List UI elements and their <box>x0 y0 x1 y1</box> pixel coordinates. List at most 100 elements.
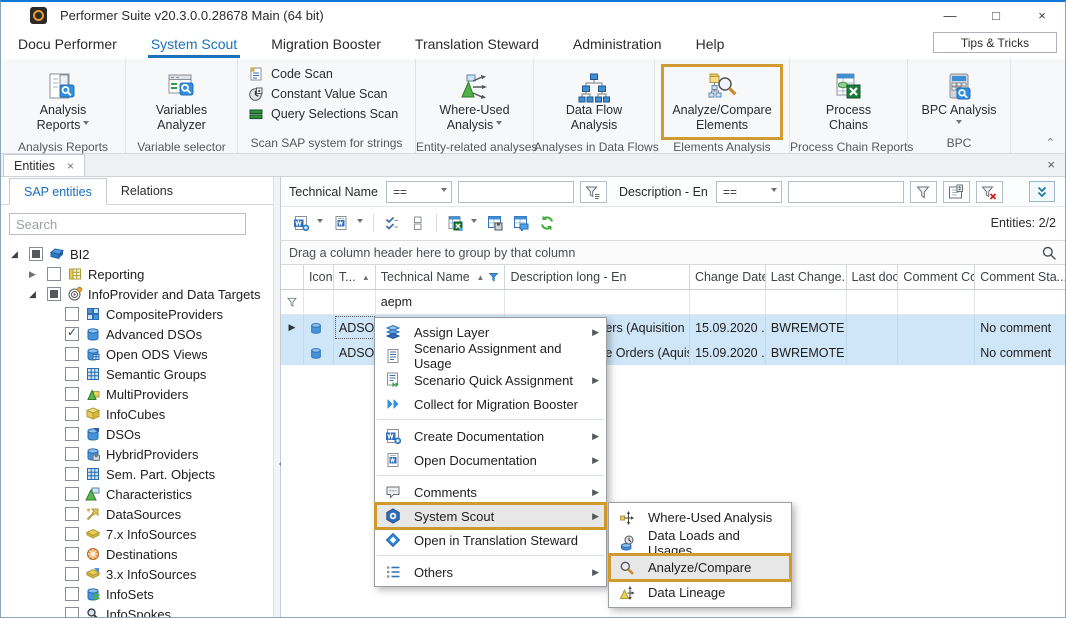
filter-cell[interactable] <box>847 290 899 314</box>
ribbon-tab[interactable]: Help <box>679 30 742 57</box>
bpc-analysis-button[interactable]: BPC Analysis <box>910 64 1007 134</box>
variables-analyzer-button[interactable]: Variables Analyzer <box>145 64 218 140</box>
tree-expander-icon[interactable] <box>29 289 47 300</box>
filter-cell-technical-name[interactable]: aepm <box>376 290 506 314</box>
tree-checkbox[interactable] <box>65 607 79 617</box>
toolbar-button[interactable] <box>443 212 481 234</box>
sidebar-tab[interactable]: SAP entities <box>9 178 107 205</box>
tree-checkbox[interactable] <box>65 467 79 481</box>
context-menu-item[interactable]: Open in Translation Steward ▶ <box>376 528 605 552</box>
context-menu-item[interactable]: Collect for Migration Booster ▶ <box>376 392 605 416</box>
description-filter-input[interactable] <box>788 181 904 203</box>
column-header-last-doc[interactable]: Last doc. <box>847 265 899 289</box>
cell-comment-count[interactable] <box>898 315 975 340</box>
row-filter-funnel-icon[interactable] <box>286 296 298 308</box>
group-by-bar[interactable]: Drag a column header here to group by th… <box>281 240 1065 265</box>
search-icon[interactable] <box>1041 245 1057 261</box>
tree-checkbox[interactable] <box>65 347 79 361</box>
clear-filter-button[interactable] <box>976 181 1003 203</box>
tree-item[interactable]: InfoCubes <box>1 404 280 424</box>
filter-cell[interactable] <box>898 290 975 314</box>
context-menu-item[interactable]: Scenario Assignment and Usage ▶ <box>376 344 605 368</box>
filter-cell[interactable] <box>766 290 847 314</box>
column-header-type[interactable]: T...▲ <box>334 265 376 289</box>
tree-checkbox[interactable] <box>65 587 79 601</box>
filter-cell[interactable] <box>690 290 766 314</box>
toolbar-button[interactable] <box>406 212 430 234</box>
toolbar-button[interactable] <box>483 212 507 234</box>
tree-item[interactable]: Semantic Groups <box>1 364 280 384</box>
description-operator-select[interactable]: == <box>716 181 782 203</box>
toolbar-button[interactable] <box>380 212 404 234</box>
cell-type[interactable]: ADSO <box>334 315 376 340</box>
tree-checkbox[interactable] <box>65 567 79 581</box>
submenu-item[interactable]: Analyze/Compare ▶ <box>610 555 790 580</box>
context-menu-item[interactable]: Others ▶ <box>376 560 605 584</box>
sidebar-splitter[interactable] <box>273 177 280 617</box>
tree-item[interactable]: Destinations <box>1 544 280 564</box>
column-header-icon[interactable]: Icon <box>304 265 334 289</box>
column-header-comment-count[interactable]: Comment Co... <box>898 265 975 289</box>
tree-checkbox[interactable] <box>65 527 79 541</box>
tree-checkbox[interactable] <box>65 427 79 441</box>
ribbon-tab[interactable]: Docu Performer <box>1 30 134 57</box>
cell-comment-count[interactable] <box>898 340 975 365</box>
filter-cell[interactable] <box>304 290 334 314</box>
context-menu-item[interactable]: ▶ <box>377 416 604 420</box>
submenu-item[interactable]: Where-Used Analysis ▶ <box>610 505 790 530</box>
technical-name-operator-select[interactable]: == <box>386 181 452 203</box>
ribbon-tab[interactable]: System Scout <box>134 30 254 57</box>
tree-checkbox[interactable] <box>65 507 79 521</box>
sidebar-tab[interactable]: Relations <box>107 177 187 204</box>
submenu-item[interactable]: Data Lineage ▶ <box>610 580 790 605</box>
filter-cell[interactable] <box>334 290 376 314</box>
search-input[interactable] <box>9 213 246 235</box>
tree-checkbox[interactable] <box>47 267 61 281</box>
cell-comment-state[interactable]: No comment <box>975 315 1065 340</box>
tree-item[interactable]: CompositeProviders <box>1 304 280 324</box>
toolbar-button[interactable] <box>289 212 327 234</box>
expand-filters-button[interactable] <box>1029 181 1055 202</box>
maximize-button[interactable]: □ <box>973 2 1019 28</box>
tree-checkbox[interactable] <box>65 487 79 501</box>
filter-cell[interactable] <box>975 290 1065 314</box>
tree-checkbox[interactable] <box>65 447 79 461</box>
cell-last-doc[interactable] <box>847 340 899 365</box>
ribbon-tab[interactable]: Migration Booster <box>254 30 398 57</box>
toolbar-button[interactable] <box>432 214 441 232</box>
cell-last-doc[interactable] <box>847 315 899 340</box>
tree-checkbox[interactable] <box>29 247 43 261</box>
tree-expander-icon[interactable] <box>11 249 29 260</box>
process-chains-button[interactable]: Process Chains <box>815 64 882 140</box>
tab-entities[interactable]: Entities × <box>3 154 85 176</box>
column-header-description[interactable]: Description long - En <box>505 265 690 289</box>
tree-item[interactable]: MultiProviders <box>1 384 280 404</box>
context-menu-item[interactable]: Scenario Quick Assignment ▶ <box>376 368 605 392</box>
analyze-compare-elements-button[interactable]: Analyze/Compare Elements <box>661 64 782 140</box>
column-header-comment-state[interactable]: Comment Sta... <box>975 265 1065 289</box>
code-scan-button[interactable]: Code Scan <box>248 66 415 82</box>
cell-change-date[interactable]: 15.09.2020 ... <box>690 315 766 340</box>
tree-item[interactable]: Sem. Part. Objects <box>1 464 280 484</box>
where-used-analysis-button[interactable]: Where-Used Analysis <box>428 64 520 140</box>
ribbon-collapse-chevron-icon[interactable]: ⌃ <box>1046 136 1055 149</box>
tree-item[interactable]: DSOs <box>1 424 280 444</box>
data-flow-analysis-button[interactable]: Data Flow Analysis <box>555 64 633 140</box>
tree-item[interactable]: Advanced DSOs <box>1 324 280 344</box>
context-menu-item[interactable]: Open Documentation ▶ <box>376 448 605 472</box>
ribbon-tab[interactable]: Translation Steward <box>398 30 556 57</box>
tree-item[interactable]: InfoProvider and Data Targets <box>1 284 280 304</box>
tree-item[interactable]: DataSources <box>1 504 280 524</box>
tree-item[interactable]: InfoSpokes <box>1 604 280 617</box>
tree-expander-icon[interactable] <box>29 269 47 280</box>
tree-item[interactable]: 7.x InfoSources <box>1 524 280 544</box>
cell-change-date[interactable]: 15.09.2020 ... <box>690 340 766 365</box>
active-filter-funnel-icon[interactable] <box>488 272 499 283</box>
tree-item[interactable]: HybridProviders <box>1 444 280 464</box>
tree-checkbox[interactable] <box>65 367 79 381</box>
panel-close-icon[interactable]: × <box>1047 157 1055 172</box>
context-menu-item[interactable]: Create Documentation ▶ <box>376 424 605 448</box>
tree-checkbox[interactable] <box>47 287 61 301</box>
ribbon-tab[interactable]: Administration <box>556 30 679 57</box>
context-menu-item[interactable]: ▶ <box>377 552 604 556</box>
